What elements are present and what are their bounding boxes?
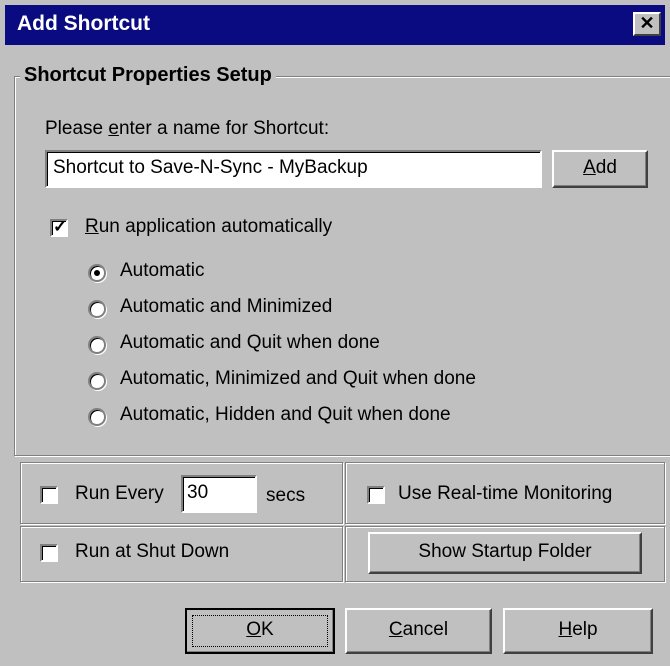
run-mode-radio[interactable] — [88, 264, 106, 282]
shortcut-name-value: Shortcut to Save-N-Sync - MyBackup — [53, 157, 368, 178]
add-button-label: Add — [583, 157, 617, 178]
run-every-checkbox[interactable] — [40, 486, 58, 504]
help-button[interactable]: Help — [503, 608, 653, 654]
show-startup-folder-label: Show Startup Folder — [418, 541, 592, 562]
add-shortcut-dialog: Add Shortcut ✕ Shortcut Properties Setup… — [0, 0, 670, 666]
run-mode-label[interactable]: Automatic and Minimized — [120, 296, 332, 318]
cancel-button-label: Cancel — [388, 619, 449, 640]
run-automatically-label[interactable]: Run application automatically — [85, 216, 332, 238]
run-mode-radio[interactable] — [88, 408, 106, 426]
show-startup-folder-button[interactable]: Show Startup Folder — [368, 532, 642, 574]
run-automatically-checkbox[interactable]: ✓ — [50, 217, 68, 237]
run-every-label[interactable]: Run Every — [75, 483, 164, 505]
run-mode-label[interactable]: Automatic, Hidden and Quit when done — [120, 404, 451, 426]
help-button-label: Help — [558, 619, 598, 640]
checkmark-icon: ✓ — [53, 217, 68, 236]
run-mode-label[interactable]: Automatic and Quit when done — [120, 332, 380, 354]
group-legend: Shortcut Properties Setup — [20, 64, 276, 87]
name-prompt-label: Please enter a name for Shortcut: — [45, 118, 330, 139]
run-mode-label[interactable]: Automatic, Minimized and Quit when done — [120, 368, 476, 390]
focus-rectangle — [192, 615, 328, 647]
run-mode-label[interactable]: Automatic — [120, 260, 204, 282]
shortcut-name-input[interactable]: Shortcut to Save-N-Sync - MyBackup — [45, 150, 542, 188]
close-icon: ✕ — [639, 13, 655, 33]
realtime-monitoring-label[interactable]: Use Real-time Monitoring — [398, 483, 612, 505]
close-button[interactable]: ✕ — [633, 12, 661, 36]
run-mode-radio[interactable] — [88, 372, 106, 390]
secs-unit-label: secs — [266, 485, 306, 506]
cancel-button[interactable]: Cancel — [345, 608, 492, 654]
add-button[interactable]: Add — [552, 150, 648, 188]
ok-button[interactable]: OK — [185, 608, 335, 654]
window-title: Add Shortcut — [17, 12, 150, 35]
realtime-monitoring-checkbox[interactable] — [367, 486, 385, 504]
run-every-seconds-value: 30 — [187, 482, 209, 503]
run-mode-radio[interactable] — [88, 336, 106, 354]
run-at-shutdown-checkbox[interactable] — [40, 544, 58, 562]
run-mode-radio[interactable] — [88, 300, 106, 318]
run-every-seconds-input[interactable]: 30 — [181, 475, 257, 513]
run-at-shutdown-label[interactable]: Run at Shut Down — [75, 541, 229, 563]
title-bar[interactable]: Add Shortcut ✕ — [5, 5, 665, 45]
radio-selected-icon — [94, 270, 100, 276]
